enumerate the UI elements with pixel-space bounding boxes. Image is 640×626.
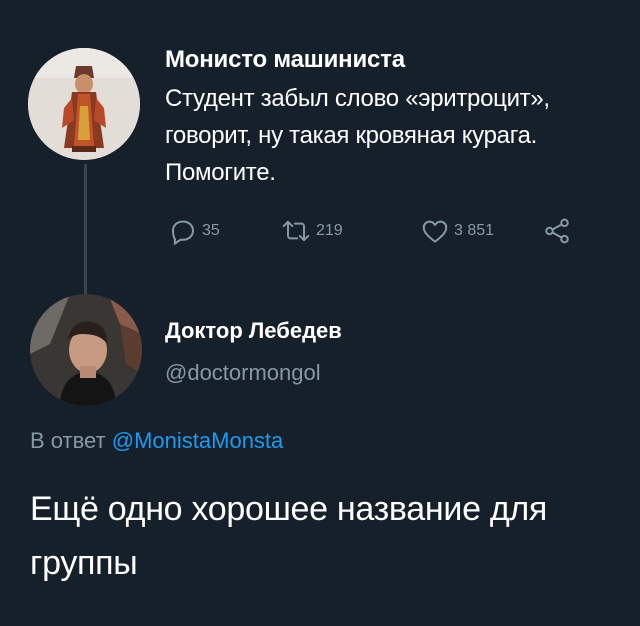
author-handle[interactable]: @doctormongol — [165, 360, 321, 386]
avatar-doll-image — [28, 48, 140, 160]
tweet-text: Ещё одно хорошее название для группы — [30, 490, 548, 582]
avatar-monisto[interactable] — [28, 48, 140, 160]
retweet-button[interactable]: 219 — [280, 214, 343, 248]
reply-prefix: В ответ — [30, 428, 106, 453]
tweet-text: Студент забыл слово «эритроцит», говорит… — [165, 85, 550, 186]
author-name[interactable]: Монисто машиниста — [165, 46, 405, 74]
avatar-lebedev[interactable] — [30, 294, 142, 406]
share-icon — [542, 216, 572, 246]
reply-icon — [168, 216, 198, 246]
retweet-icon — [280, 216, 312, 246]
author-name[interactable]: Доктор Лебедев — [165, 318, 342, 344]
reply-button[interactable]: 35 — [168, 214, 220, 248]
retweet-count: 219 — [316, 222, 343, 239]
tweet-thread: Монисто машиниста Студент забыл слово «э… — [0, 0, 640, 626]
like-icon — [420, 216, 450, 246]
like-count: 3 851 — [454, 222, 495, 239]
avatar-portrait-image — [30, 294, 142, 406]
reply-count: 35 — [202, 222, 220, 239]
reply-context: В ответ @MonistaMonsta — [30, 428, 283, 454]
reply-mention-link[interactable]: @MonistaMonsta — [112, 428, 284, 453]
like-button[interactable]: 3 851 — [420, 214, 494, 248]
thread-line — [84, 164, 87, 294]
tweet-actions: 35 219 3 851 — [168, 214, 608, 248]
share-button[interactable] — [542, 214, 572, 248]
